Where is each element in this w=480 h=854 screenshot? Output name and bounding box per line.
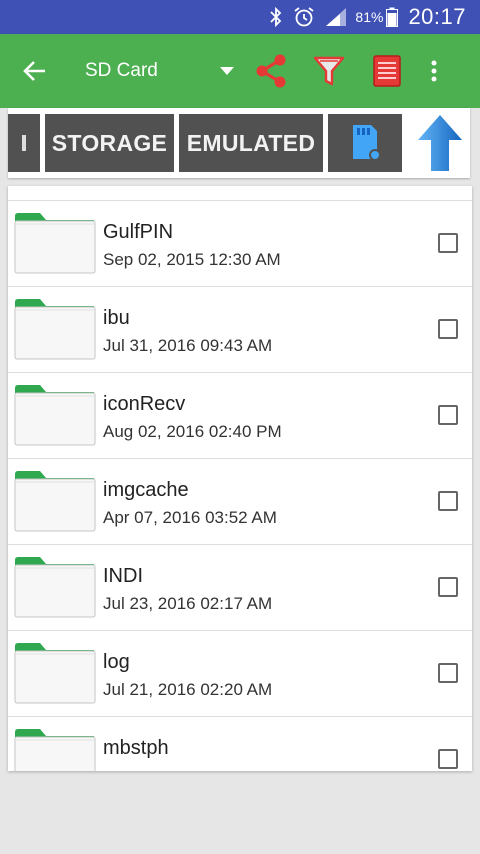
file-name: INDI bbox=[103, 565, 143, 587]
file-name: ibu bbox=[103, 307, 130, 329]
folder-icon bbox=[14, 213, 96, 274]
more-vert-icon bbox=[431, 60, 437, 82]
folder-icon bbox=[14, 471, 96, 532]
breadcrumb-emulated[interactable]: EMULATED bbox=[179, 114, 323, 172]
file-list: GulfPIN Sep 02, 2015 12:30 AM ibu Jul 31… bbox=[8, 186, 472, 771]
folder-icon bbox=[14, 557, 96, 618]
path-bar: STORAGE EMULATED bbox=[8, 108, 470, 178]
file-date: Jul 21, 2016 02:20 AM bbox=[103, 680, 273, 699]
toolbar-title: SD Card bbox=[85, 60, 158, 81]
file-date: Jul 23, 2016 02:17 AM bbox=[103, 594, 273, 613]
back-button[interactable] bbox=[0, 34, 70, 108]
signal-icon bbox=[325, 7, 347, 27]
select-checkbox[interactable] bbox=[438, 577, 458, 597]
battery-icon bbox=[386, 7, 399, 27]
toolbar: SD Card bbox=[0, 34, 480, 108]
file-name: imgcache bbox=[103, 479, 189, 501]
file-name: iconRecv bbox=[103, 393, 186, 415]
file-list-item[interactable]: GulfPIN Sep 02, 2015 12:30 AM bbox=[8, 201, 472, 287]
select-checkbox[interactable] bbox=[438, 749, 458, 769]
file-date: Aug 02, 2016 02:40 PM bbox=[103, 422, 282, 441]
sd-card-icon bbox=[353, 125, 381, 161]
file-name: log bbox=[103, 651, 130, 673]
back-arrow-icon bbox=[23, 61, 45, 81]
filter-icon bbox=[313, 56, 345, 86]
navigate-up-button[interactable] bbox=[410, 112, 470, 174]
up-arrow-icon bbox=[418, 115, 462, 171]
file-list-item[interactable]: imgcache Apr 07, 2016 03:52 AM bbox=[8, 459, 472, 545]
select-checkbox[interactable] bbox=[438, 663, 458, 683]
file-date: Jul 31, 2016 09:43 AM bbox=[103, 336, 273, 355]
share-icon bbox=[256, 54, 286, 88]
file-list-item[interactable]: ibu Jul 31, 2016 09:43 AM bbox=[8, 287, 472, 373]
folder-icon bbox=[14, 299, 96, 360]
select-checkbox[interactable] bbox=[438, 491, 458, 511]
status-bar: 81% 20:17 bbox=[0, 0, 480, 34]
file-list-item[interactable]: mbstph bbox=[8, 717, 472, 771]
breadcrumb-storage[interactable]: STORAGE bbox=[45, 114, 174, 172]
breadcrumb-root[interactable] bbox=[8, 114, 40, 172]
list-icon bbox=[373, 55, 401, 87]
select-checkbox[interactable] bbox=[438, 319, 458, 339]
view-list-button[interactable] bbox=[358, 34, 416, 108]
share-button[interactable] bbox=[242, 34, 300, 108]
location-dropdown[interactable]: SD Card bbox=[70, 34, 242, 108]
bluetooth-icon bbox=[269, 7, 283, 27]
file-date: Apr 07, 2016 03:52 AM bbox=[103, 508, 277, 527]
battery-percent: 81% bbox=[355, 9, 384, 25]
file-list-item[interactable]: log Jul 21, 2016 02:20 AM bbox=[8, 631, 472, 717]
select-checkbox[interactable] bbox=[438, 405, 458, 425]
file-list-item[interactable]: INDI Jul 23, 2016 02:17 AM bbox=[8, 545, 472, 631]
filter-button[interactable] bbox=[300, 34, 358, 108]
file-date: Sep 02, 2015 12:30 AM bbox=[103, 250, 281, 269]
more-options-button[interactable] bbox=[416, 34, 452, 108]
file-list-item[interactable]: iconRecv Aug 02, 2016 02:40 PM bbox=[8, 373, 472, 459]
folder-icon bbox=[14, 385, 96, 446]
clock: 20:17 bbox=[408, 4, 466, 29]
alarm-icon bbox=[293, 6, 315, 28]
dropdown-arrow-icon bbox=[212, 67, 242, 75]
breadcrumb-sd-card[interactable] bbox=[328, 114, 402, 172]
file-name: mbstph bbox=[103, 737, 169, 759]
file-name: GulfPIN bbox=[103, 221, 174, 243]
folder-icon bbox=[14, 643, 96, 704]
select-checkbox[interactable] bbox=[438, 233, 458, 253]
folder-icon bbox=[14, 729, 96, 771]
